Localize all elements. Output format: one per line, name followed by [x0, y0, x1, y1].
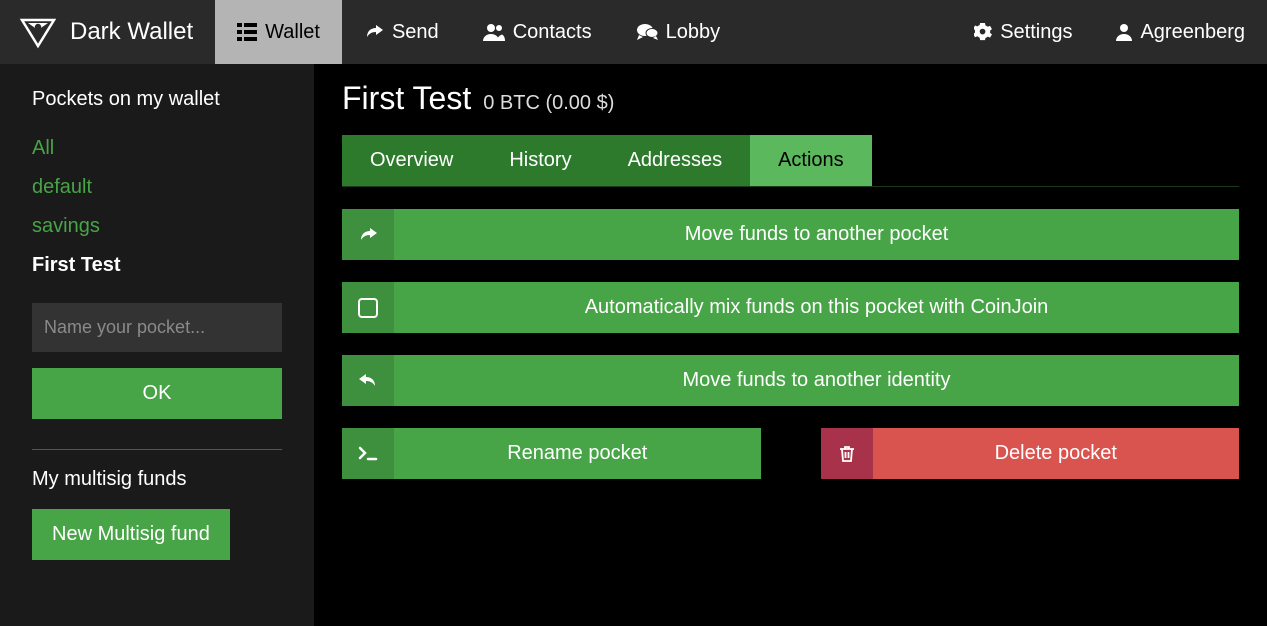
nav-wallet-label: Wallet	[265, 21, 320, 44]
nav-wallet[interactable]: Wallet	[215, 0, 342, 64]
action-coinjoin-label: Automatically mix funds on this pocket w…	[394, 282, 1239, 333]
nav-send-label: Send	[392, 21, 439, 44]
nav-user[interactable]: Agreenberg	[1094, 0, 1267, 64]
page-title: First Test 0 BTC (0.00 $)	[342, 80, 1239, 117]
main-content: First Test 0 BTC (0.00 $) Overview Histo…	[314, 64, 1267, 626]
nav-right: Settings Agreenberg	[952, 0, 1267, 64]
share-icon	[342, 209, 394, 260]
grid-icon	[237, 23, 257, 41]
action-move-pocket[interactable]: Move funds to another pocket	[342, 209, 1239, 260]
tab-actions[interactable]: Actions	[750, 135, 872, 186]
nav-user-label: Agreenberg	[1140, 21, 1245, 44]
pocket-balance: 0 BTC (0.00 $)	[483, 92, 614, 115]
brand[interactable]: Dark Wallet	[0, 0, 215, 64]
pockets-header: Pockets on my wallet	[32, 88, 282, 111]
pocket-item-default[interactable]: default	[32, 168, 282, 207]
pocket-title: First Test	[342, 80, 471, 117]
tabs: Overview History Addresses Actions	[342, 135, 872, 186]
nav: Wallet Send Contacts	[215, 0, 742, 64]
action-rename[interactable]: Rename pocket	[342, 428, 761, 479]
gear-icon	[974, 23, 992, 41]
action-coinjoin[interactable]: Automatically mix funds on this pocket w…	[342, 282, 1239, 333]
brand-title: Dark Wallet	[70, 18, 193, 46]
divider	[32, 449, 282, 450]
sidebar: Pockets on my wallet All default savings…	[0, 64, 314, 626]
pocket-item-savings[interactable]: savings	[32, 207, 282, 246]
nav-send[interactable]: Send	[342, 0, 461, 64]
nav-lobby[interactable]: Lobby	[614, 0, 743, 64]
action-move-pocket-label: Move funds to another pocket	[394, 209, 1239, 260]
pocket-item-first-test[interactable]: First Test	[32, 246, 282, 285]
tab-addresses[interactable]: Addresses	[600, 135, 751, 186]
action-rename-label: Rename pocket	[394, 428, 761, 479]
pocket-item-all[interactable]: All	[32, 129, 282, 168]
user-icon	[1116, 23, 1132, 41]
reply-icon	[342, 355, 394, 406]
nav-contacts-label: Contacts	[513, 21, 592, 44]
brand-logo-icon	[18, 12, 58, 52]
nav-settings-label: Settings	[1000, 21, 1072, 44]
nav-lobby-label: Lobby	[666, 21, 721, 44]
nav-contacts[interactable]: Contacts	[461, 0, 614, 64]
topbar: Dark Wallet Wallet Send	[0, 0, 1267, 64]
share-icon	[364, 23, 384, 41]
pocket-list: All default savings First Test	[32, 129, 282, 285]
nav-settings[interactable]: Settings	[952, 0, 1094, 64]
ok-button[interactable]: OK	[32, 368, 282, 419]
new-multisig-button[interactable]: New Multisig fund	[32, 509, 230, 560]
checkbox-icon	[342, 282, 394, 333]
action-delete-label: Delete pocket	[873, 428, 1240, 479]
chat-icon	[636, 23, 658, 41]
users-icon	[483, 23, 505, 41]
tab-overview[interactable]: Overview	[342, 135, 481, 186]
terminal-icon	[342, 428, 394, 479]
action-move-identity-label: Move funds to another identity	[394, 355, 1239, 406]
multisig-header: My multisig funds	[32, 468, 282, 491]
trash-icon	[821, 428, 873, 479]
action-delete[interactable]: Delete pocket	[821, 428, 1240, 479]
tab-history[interactable]: History	[481, 135, 599, 186]
pocket-name-input[interactable]	[32, 303, 282, 352]
action-move-identity[interactable]: Move funds to another identity	[342, 355, 1239, 406]
